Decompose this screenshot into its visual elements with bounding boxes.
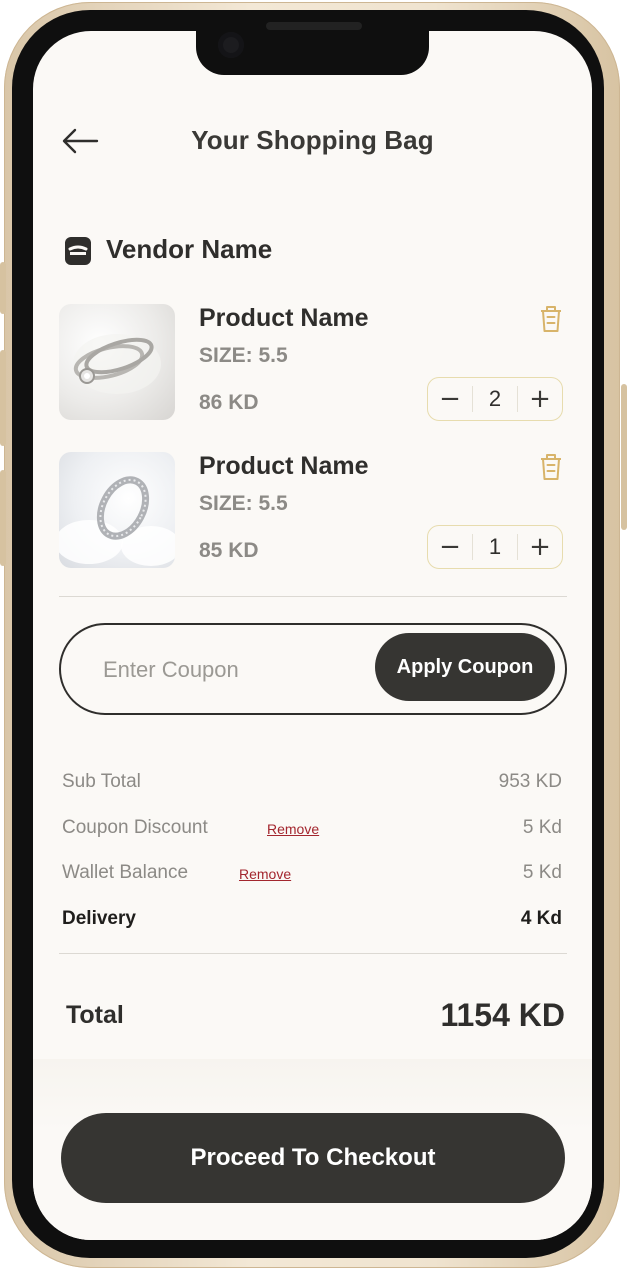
product-image[interactable] xyxy=(59,304,175,420)
front-camera-icon xyxy=(218,32,244,58)
coupon-discount-value: 5 Kd xyxy=(522,817,562,838)
app-screen: Your Shopping Bag Vendor Name Product Na… xyxy=(33,31,592,1240)
wallet-balance-row: Wallet Balance Remove 5 Kd xyxy=(62,862,562,890)
product-name: Product Name xyxy=(199,304,369,332)
quantity-stepper: − 2 + xyxy=(427,377,563,421)
total-label: Total xyxy=(66,1001,124,1029)
quantity-value: 2 xyxy=(472,386,518,412)
trash-icon[interactable] xyxy=(537,304,565,334)
quantity-value: 1 xyxy=(472,534,518,560)
subtotal-row: Sub Total 953 KD xyxy=(62,771,562,799)
vendor-name: Vendor Name xyxy=(106,234,273,264)
remove-coupon-link[interactable]: Remove xyxy=(267,821,319,837)
subtotal-label: Sub Total xyxy=(62,771,141,792)
product-price: 86 KD xyxy=(199,391,259,414)
coupon-discount-label: Coupon Discount xyxy=(62,817,208,838)
delivery-label: Delivery xyxy=(62,908,136,929)
product-size: SIZE: 5.5 xyxy=(199,492,288,515)
coupon-discount-row: Coupon Discount Remove 5 Kd xyxy=(62,817,562,845)
phone-side-button xyxy=(621,384,627,530)
divider xyxy=(59,596,567,597)
coupon-field: Apply Coupon xyxy=(59,623,567,715)
delivery-row: Delivery 4 Kd xyxy=(62,908,562,936)
checkout-button[interactable]: Proceed To Checkout xyxy=(61,1113,565,1203)
phone-side-button xyxy=(0,470,6,566)
cart-item: Product Name SIZE: 5.5 86 KD − 2 + xyxy=(59,304,567,422)
coupon-input[interactable] xyxy=(101,649,355,691)
decrease-quantity-button[interactable]: − xyxy=(428,526,472,568)
divider xyxy=(59,953,567,954)
increase-quantity-button[interactable]: + xyxy=(518,378,562,420)
decrease-quantity-button[interactable]: − xyxy=(428,378,472,420)
remove-wallet-link[interactable]: Remove xyxy=(239,866,291,882)
phone-side-button xyxy=(0,262,6,314)
phone-side-button xyxy=(0,350,6,446)
total-value: 1154 KD xyxy=(440,997,565,1033)
wallet-balance-label: Wallet Balance xyxy=(62,862,189,883)
subtotal-value: 953 KD xyxy=(498,771,562,792)
product-name: Product Name xyxy=(199,452,369,480)
ring-image xyxy=(59,476,175,566)
wallet-balance-value: 5 Kd xyxy=(522,862,562,883)
shop-icon xyxy=(65,237,91,265)
product-image[interactable] xyxy=(59,452,175,568)
phone-notch xyxy=(196,22,429,75)
increase-quantity-button[interactable]: + xyxy=(518,526,562,568)
product-size: SIZE: 5.5 xyxy=(199,344,288,367)
delivery-value: 4 Kd xyxy=(520,908,562,929)
page-title: Your Shopping Bag xyxy=(191,125,434,155)
product-price: 85 KD xyxy=(199,539,259,562)
quantity-stepper: − 1 + xyxy=(427,525,563,569)
ring-image xyxy=(73,334,161,394)
cart-item: Product Name SIZE: 5.5 85 KD − 1 + xyxy=(59,452,567,570)
trash-icon[interactable] xyxy=(537,452,565,482)
speaker-grille xyxy=(266,22,362,30)
apply-coupon-button[interactable]: Apply Coupon xyxy=(375,633,555,701)
